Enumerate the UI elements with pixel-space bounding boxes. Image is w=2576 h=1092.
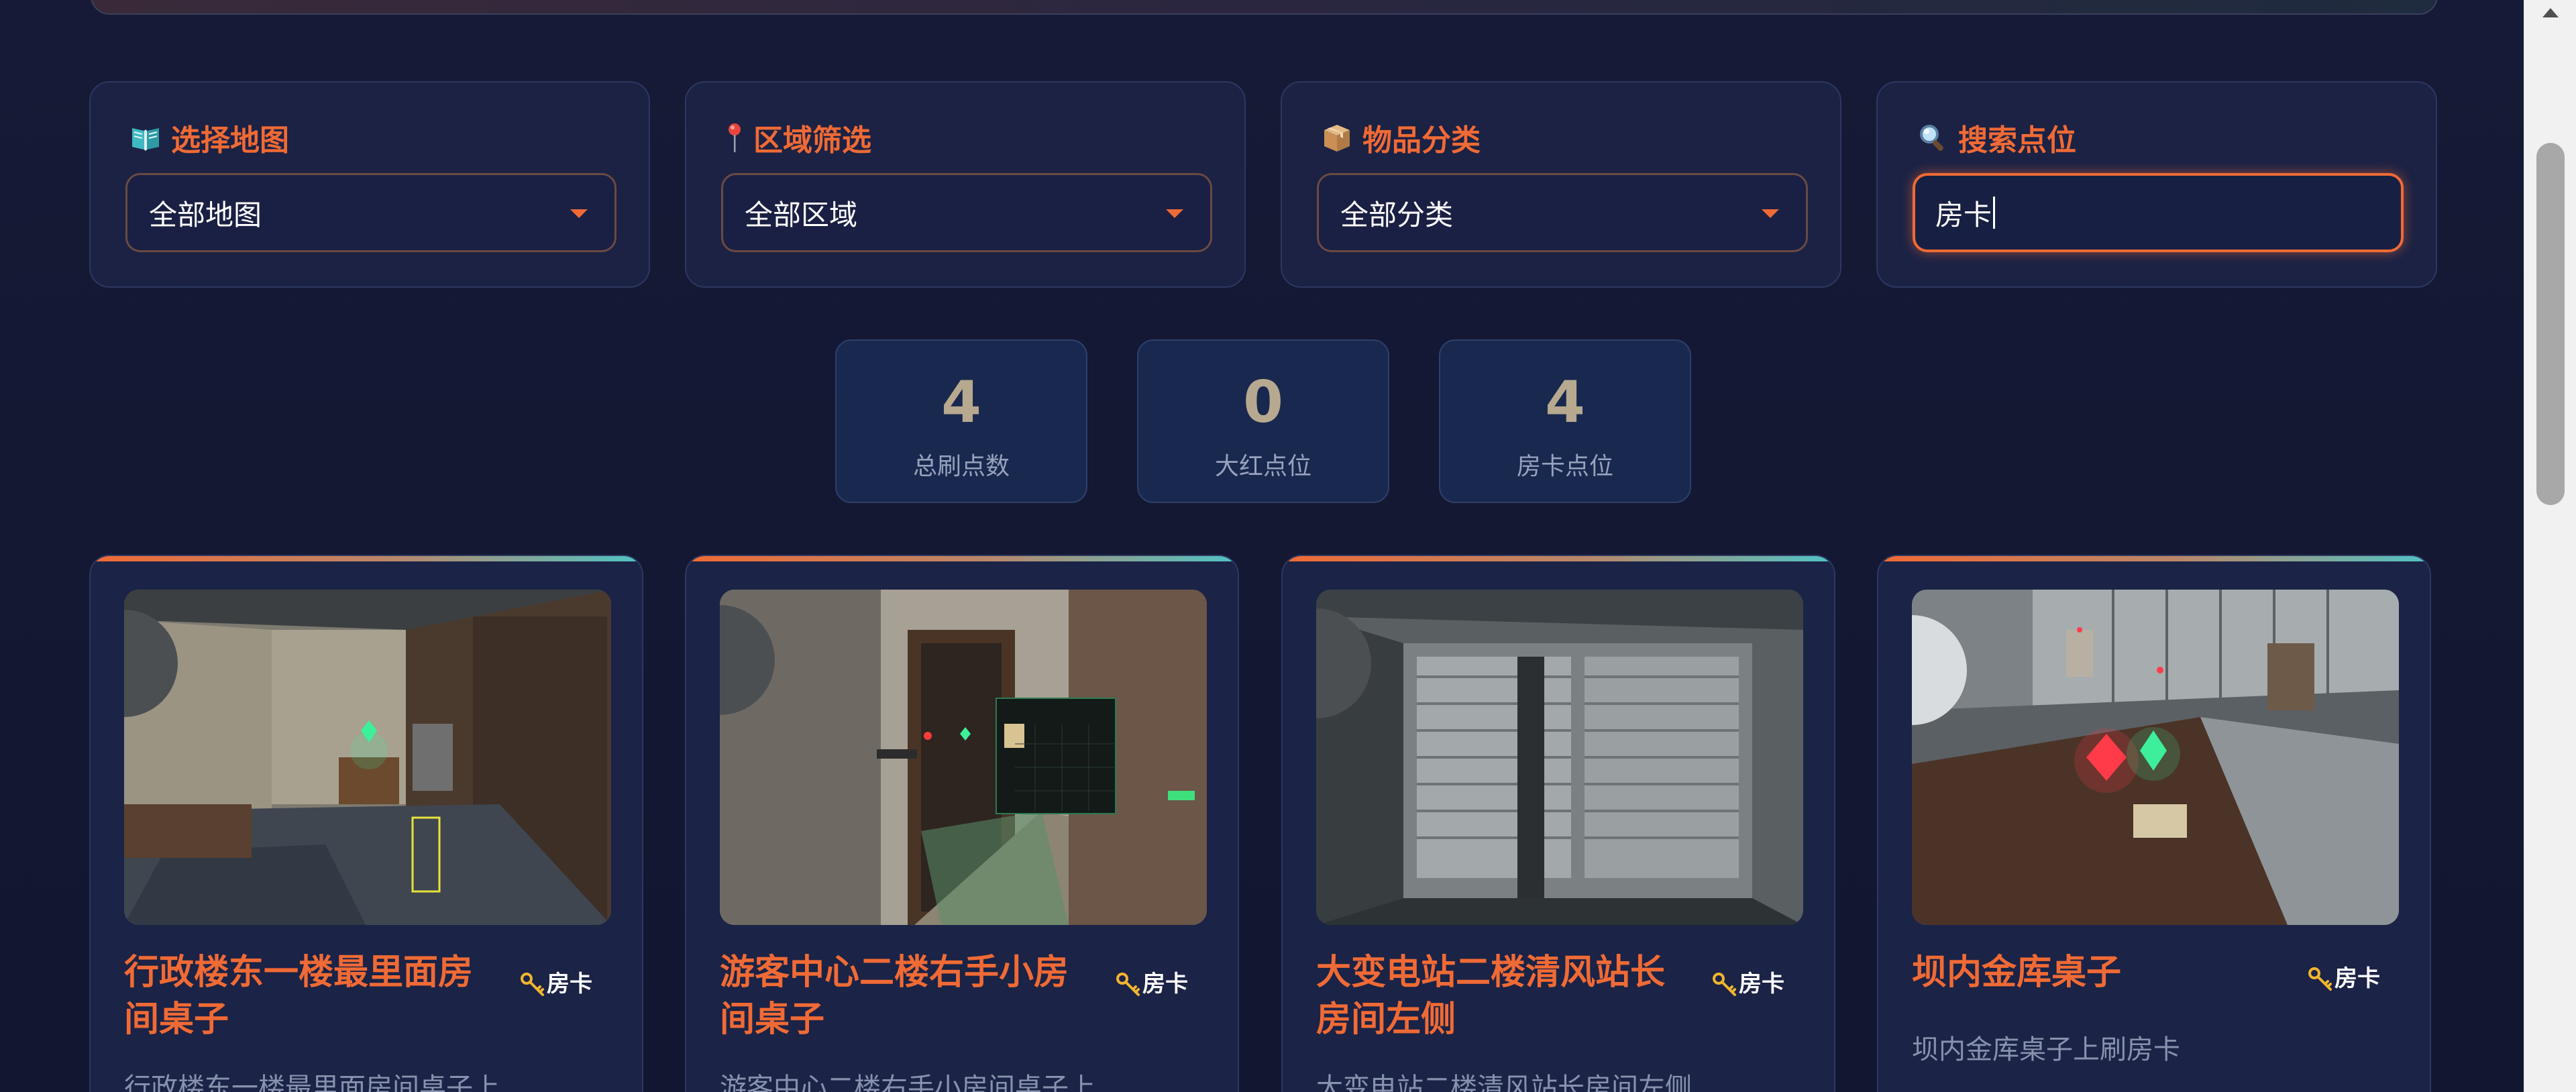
category-filter-panel: 物品分类 全部分类 xyxy=(1281,81,1841,288)
card-title: 大变电站二楼清风站长房间左侧 xyxy=(1316,952,1666,1040)
book-map-icon xyxy=(128,120,163,155)
card-title: 游客中心二楼右手小房间桌子 xyxy=(720,952,1069,1040)
pushpin-icon xyxy=(724,120,745,155)
region-filter-panel: 区域筛选 全部区域 xyxy=(685,81,1246,288)
scroll-up-arrow-icon[interactable] xyxy=(2542,8,2559,17)
spawn-card[interactable]: 游客中心二楼右手小房间桌子 房卡 游客中心二楼右手小房间桌子上 xyxy=(685,555,1239,1092)
keycard-badge: 房卡 xyxy=(1116,968,1189,1000)
stat-label: 房卡点位 xyxy=(1516,453,1613,480)
stat-label: 总刷点数 xyxy=(912,453,1010,480)
key-icon xyxy=(2308,967,2332,991)
category-select[interactable]: 全部分类 xyxy=(1317,173,1808,252)
hero-banner-edge xyxy=(91,0,2438,15)
card-description: 大变电站二楼清风站长房间左侧 xyxy=(1316,1073,1692,1092)
card-title: 坝内金库桌子 xyxy=(1912,952,2122,993)
card-accent-bar xyxy=(91,556,642,561)
chevron-down-icon xyxy=(1166,209,1183,218)
badge-label: 房卡 xyxy=(1739,971,1784,997)
search-filter-label: 搜索点位 xyxy=(1915,117,2076,158)
search-filter-panel: 搜索点位 房卡 xyxy=(1876,81,2437,288)
key-icon xyxy=(521,972,544,996)
stat-value: 0 xyxy=(1243,369,1283,436)
card-description: 坝内金库桌子上刷房卡 xyxy=(1912,1034,2180,1065)
spawn-card[interactable]: 大变电站二楼清风站长房间左侧 房卡 大变电站二楼清风站长房间左侧 xyxy=(1281,555,1835,1092)
card-screenshot[interactable] xyxy=(1316,590,1803,925)
badge-label: 房卡 xyxy=(1142,971,1188,997)
card-title: 行政楼东一楼最里面房间桌子 xyxy=(124,952,474,1040)
keycard-badge: 房卡 xyxy=(520,968,594,1000)
card-screenshot[interactable] xyxy=(720,590,1207,925)
region-select[interactable]: 全部区域 xyxy=(721,173,1212,252)
spawn-card[interactable]: 行政楼东一楼最里面房间桌子 房卡 行政楼东一楼最里面房间桌子上 xyxy=(89,555,643,1092)
card-screenshot[interactable] xyxy=(124,590,611,925)
stat-red-points: 0 大红点位 xyxy=(1137,339,1389,503)
spawn-card[interactable]: 坝内金库桌子 房卡 坝内金库桌子上刷房卡 xyxy=(1877,555,2431,1092)
badge-label: 房卡 xyxy=(547,971,592,997)
category-filter-label-text: 物品分类 xyxy=(1362,123,1481,158)
region-select-value: 全部区域 xyxy=(745,198,858,231)
filter-bar: 选择地图 全部地图 区域筛选 全部区域 物品分类 全部分类 搜索点位 房卡 xyxy=(89,81,2437,289)
scrollbar-thumb[interactable] xyxy=(2536,143,2565,505)
card-accent-bar xyxy=(1283,556,1834,561)
card-description: 行政楼东一楼最里面房间桌子上 xyxy=(124,1073,500,1092)
region-filter-label-text: 区域筛选 xyxy=(753,123,871,158)
category-select-value: 全部分类 xyxy=(1340,198,1454,231)
region-filter-label: 区域筛选 xyxy=(724,117,871,158)
keycard-badge: 房卡 xyxy=(2308,963,2395,995)
map-filter-panel: 选择地图 全部地图 xyxy=(89,81,650,288)
category-filter-label: 物品分类 xyxy=(1320,117,1481,158)
card-accent-bar xyxy=(1878,556,2430,561)
stat-total-points: 4 总刷点数 xyxy=(835,339,1087,503)
badge-label: 房卡 xyxy=(2334,965,2380,992)
stat-keycard-points: 4 房卡点位 xyxy=(1439,339,1691,503)
search-input[interactable]: 房卡 xyxy=(1935,193,1992,233)
stat-value: 4 xyxy=(941,369,981,436)
stat-label: 大红点位 xyxy=(1214,453,1311,480)
card-description: 游客中心二楼右手小房间桌子上 xyxy=(720,1073,1095,1092)
search-input-wrapper[interactable]: 房卡 xyxy=(1913,173,2404,252)
text-caret xyxy=(1993,197,1996,229)
package-box-icon xyxy=(1320,120,1354,155)
magnifier-icon xyxy=(1915,120,1950,155)
card-accent-bar xyxy=(686,556,1238,561)
search-filter-label-text: 搜索点位 xyxy=(1958,123,2076,158)
key-icon xyxy=(1713,972,1736,996)
page-scrollbar[interactable] xyxy=(2524,0,2576,1092)
map-select-value: 全部地图 xyxy=(149,198,262,231)
chevron-down-icon xyxy=(570,209,588,218)
stat-value: 4 xyxy=(1545,369,1585,436)
keycard-badge: 房卡 xyxy=(1712,968,1786,1000)
map-select[interactable]: 全部地图 xyxy=(125,173,616,252)
key-icon xyxy=(1116,972,1140,996)
map-filter-label: 选择地图 xyxy=(128,117,289,158)
page-viewport: 选择地图 全部地图 区域筛选 全部区域 物品分类 全部分类 搜索点位 房卡 4 … xyxy=(0,0,2524,1092)
chevron-down-icon xyxy=(1762,209,1779,218)
map-filter-label-text: 选择地图 xyxy=(171,123,289,158)
card-screenshot[interactable] xyxy=(1912,590,2399,925)
